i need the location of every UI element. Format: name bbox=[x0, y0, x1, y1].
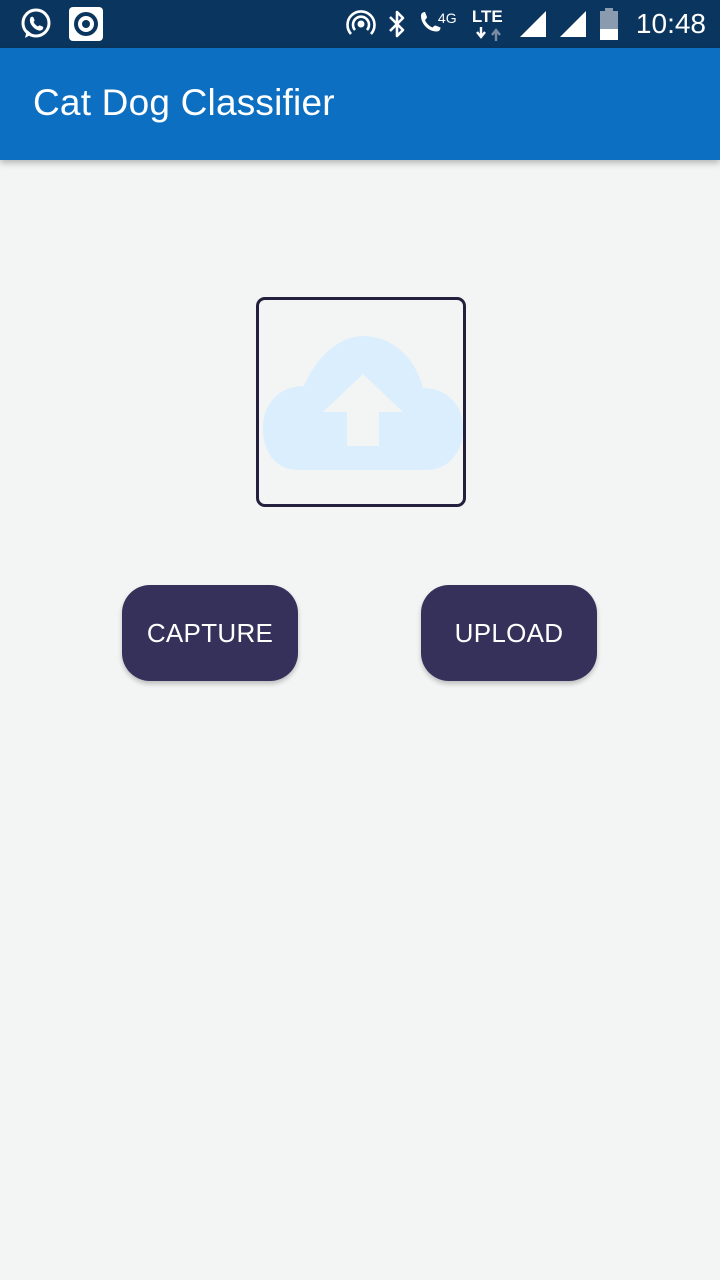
battery-icon bbox=[598, 7, 620, 41]
status-bar: 4G LTE 10:48 bbox=[0, 0, 720, 48]
hotspot-icon bbox=[346, 9, 376, 39]
app-bar: Cat Dog Classifier bbox=[0, 48, 720, 160]
image-placeholder[interactable] bbox=[256, 297, 466, 507]
signal-icon bbox=[518, 9, 548, 39]
capture-button[interactable]: CAPTURE bbox=[122, 585, 298, 681]
bluetooth-icon bbox=[386, 9, 408, 39]
cloud-upload-icon bbox=[263, 336, 463, 470]
status-left-icons bbox=[18, 6, 104, 42]
upload-button[interactable]: UPLOAD bbox=[421, 585, 597, 681]
signal-icon-2 bbox=[558, 9, 588, 39]
network-4g-label: 4G bbox=[437, 10, 457, 26]
network-lte-label: LTE bbox=[471, 7, 503, 26]
status-right-icons: 4G LTE 10:48 bbox=[346, 4, 706, 44]
lte-icon: LTE bbox=[472, 6, 508, 42]
whatsapp-icon bbox=[18, 6, 54, 42]
app-title: Cat Dog Classifier bbox=[33, 82, 335, 123]
volte-call-icon: 4G bbox=[418, 7, 462, 41]
music-player-icon bbox=[68, 6, 104, 42]
status-time: 10:48 bbox=[635, 8, 706, 39]
